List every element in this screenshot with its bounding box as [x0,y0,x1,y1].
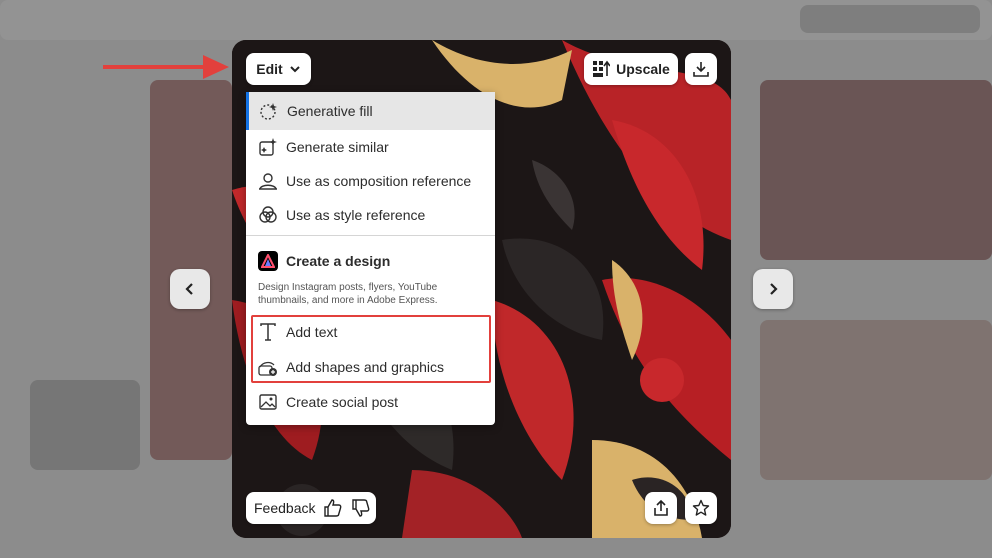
image-icon [258,392,278,412]
composition-reference-icon [258,171,278,191]
annotation-highlight-box [251,315,491,383]
adobe-express-logo-icon [258,251,278,271]
menu-item-label: Use as composition reference [286,173,472,189]
share-icon [654,499,668,516]
create-design-description: Design Instagram posts, flyers, YouTube … [258,282,438,306]
menu-item-style-reference[interactable]: Use as style reference [246,198,495,232]
menu-item-composition-reference[interactable]: Use as composition reference [246,164,495,198]
favorite-button[interactable] [685,492,717,524]
menu-item-label: Generate similar [286,139,389,155]
thumbs-down-icon[interactable] [351,498,371,518]
edit-button-label: Edit [256,61,283,77]
generative-fill-icon [259,101,279,121]
upscale-button[interactable]: Upscale [584,53,678,85]
menu-item-generative-fill[interactable]: Generative fill [246,92,495,130]
thumbs-up-icon[interactable] [323,498,343,518]
feedback-label: Feedback [254,500,316,516]
menu-item-label: Create social post [286,394,399,410]
chevron-right-icon [770,283,778,295]
generate-similar-icon [258,137,278,157]
chevron-left-icon [185,283,193,295]
upscale-button-label: Upscale [616,61,670,77]
download-icon [693,62,709,77]
annotation-arrow [103,55,229,79]
create-design-header[interactable]: Create a design [246,247,495,275]
menu-item-label: Use as style reference [286,207,426,223]
menu-item-create-social-post[interactable]: Create social post [246,385,495,419]
menu-item-generate-similar[interactable]: Generate similar [246,130,495,164]
share-button[interactable] [645,492,677,524]
create-design-title: Create a design [286,253,391,269]
menu-item-label: Generative fill [287,103,373,119]
upscale-icon [593,60,611,77]
chevron-down-icon [290,66,300,73]
feedback-bar: Feedback [246,492,376,524]
menu-divider [246,235,495,236]
previous-image-button[interactable] [170,269,210,309]
next-image-button[interactable] [753,269,793,309]
style-reference-icon [258,205,278,225]
star-icon [692,499,710,516]
edit-button[interactable]: Edit [246,53,311,85]
download-button[interactable] [685,53,717,85]
